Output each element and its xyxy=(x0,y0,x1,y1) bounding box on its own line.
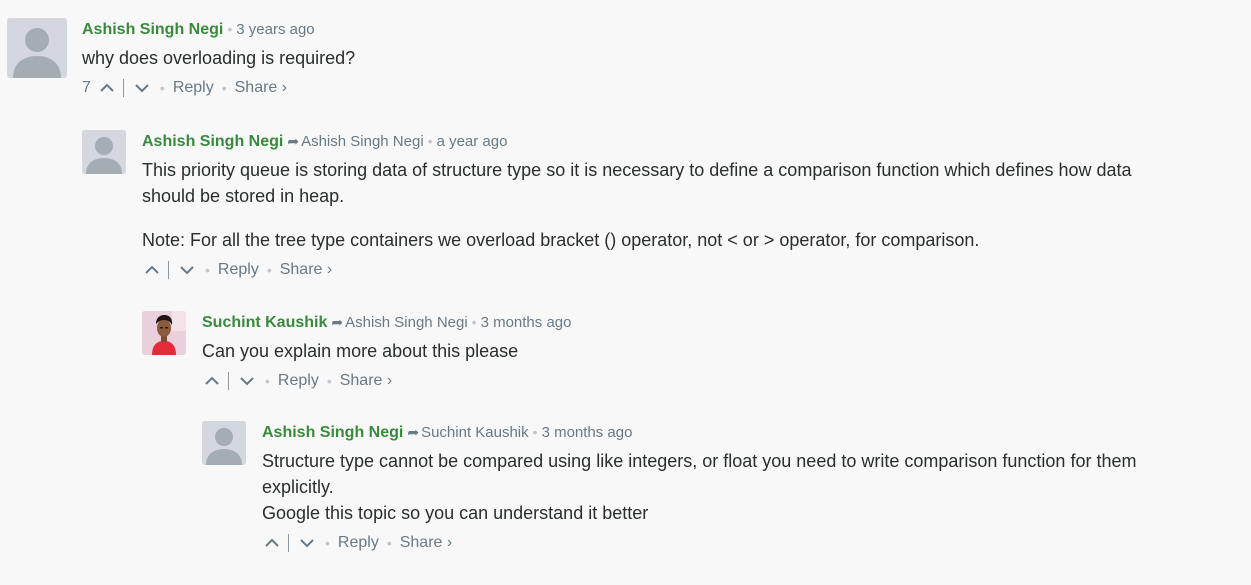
timestamp[interactable]: 3 months ago xyxy=(542,424,633,441)
timestamp[interactable]: a year ago xyxy=(437,133,508,150)
comment-footer: • Reply • Share › xyxy=(262,532,1142,554)
share-button[interactable]: Share › xyxy=(400,532,452,554)
reply-arrow-icon: ➦ xyxy=(287,133,300,149)
vote-divider xyxy=(288,534,289,552)
comment-footer: • Reply • Share › xyxy=(202,370,1132,392)
chevron-down-icon[interactable] xyxy=(132,80,152,96)
timestamp[interactable]: 3 years ago xyxy=(236,21,314,38)
comment-header: Ashish Singh Negi ➦ Suchint Kaushik • 3 mont… xyxy=(262,421,1142,444)
comment-text: This priority queue is storing data of s… xyxy=(142,157,1152,253)
chevron-down-icon[interactable] xyxy=(237,373,257,389)
author-name[interactable]: Ashish Singh Negi xyxy=(262,424,403,441)
separator-dot: • xyxy=(221,80,227,96)
comment-header: Suchint Kaushik ➦ Ashish Singh Negi • 3 mont… xyxy=(202,311,1132,334)
separator-dot: • xyxy=(427,133,433,149)
separator-dot: • xyxy=(265,373,270,389)
reply-button[interactable]: Reply xyxy=(173,77,214,99)
comment-paragraph: Note: For all the tree type containers w… xyxy=(142,230,980,250)
chevron-up-icon[interactable] xyxy=(202,373,222,389)
separator-dot: • xyxy=(471,314,477,330)
author-name[interactable]: Ashish Singh Negi xyxy=(142,133,283,150)
timestamp[interactable]: 3 months ago xyxy=(481,314,572,331)
comment-paragraph: Can you explain more about this please xyxy=(202,341,519,361)
vote-divider xyxy=(122,79,124,97)
separator-dot: • xyxy=(159,80,165,96)
reply-button[interactable]: Reply xyxy=(278,370,319,392)
chevron-down-icon[interactable] xyxy=(297,535,317,551)
comment-footer: • Reply • Share › xyxy=(142,259,1152,281)
avatar[interactable] xyxy=(202,421,246,465)
comment-paragraph: This priority queue is storing data of s… xyxy=(142,160,1132,206)
author-name[interactable]: Suchint Kaushik xyxy=(202,314,327,331)
user-silhouette-icon xyxy=(202,421,246,465)
comment-footer: 7 • Reply • Share › xyxy=(82,77,355,99)
separator-dot: • xyxy=(205,262,210,278)
share-button[interactable]: Share › xyxy=(340,370,392,392)
parent-author-link[interactable]: Ashish Singh Negi xyxy=(345,314,468,331)
user-photo-icon xyxy=(142,311,186,355)
reply-button[interactable]: Reply xyxy=(338,532,379,554)
comment-text: Structure type cannot be compared using … xyxy=(262,448,1142,526)
comment-header: Ashish Singh Negi ➦ Ashish Singh Negi • a ye… xyxy=(142,130,1152,153)
comment-paragraph: why does overloading is required? xyxy=(82,48,356,68)
chevron-down-icon[interactable] xyxy=(177,262,197,278)
vote-divider xyxy=(228,372,229,390)
avatar[interactable] xyxy=(142,311,186,355)
vote-divider xyxy=(168,261,169,279)
comment-header: Ashish Singh Negi • 3 years ago xyxy=(82,18,355,41)
comment-paragraph: Structure type cannot be compared using … xyxy=(262,451,1137,497)
separator-dot: • xyxy=(325,535,330,551)
comment-text: Can you explain more about this please xyxy=(202,338,1132,364)
chevron-up-icon[interactable] xyxy=(97,80,117,96)
separator-dot: • xyxy=(266,262,272,278)
parent-author-link[interactable]: Ashish Singh Negi xyxy=(301,133,424,150)
user-silhouette-icon xyxy=(82,130,126,174)
separator-dot: • xyxy=(386,535,392,551)
separator-dot: • xyxy=(326,373,332,389)
separator-dot: • xyxy=(227,21,233,37)
reply-button[interactable]: Reply xyxy=(218,259,259,281)
share-button[interactable]: Share › xyxy=(235,77,287,99)
reply-arrow-icon: ➦ xyxy=(331,314,344,330)
reply-arrow-icon: ➦ xyxy=(407,424,420,440)
avatar[interactable] xyxy=(82,130,126,174)
separator-dot: • xyxy=(532,424,538,440)
avatar[interactable] xyxy=(7,18,67,78)
user-silhouette-icon xyxy=(7,18,67,78)
share-button[interactable]: Share › xyxy=(280,259,332,281)
comment-text: why does overloading is required? xyxy=(82,45,355,71)
chevron-up-icon[interactable] xyxy=(262,535,282,551)
vote-count: 7 xyxy=(82,79,91,96)
comment-paragraph: Google this topic so you can understand … xyxy=(262,503,649,523)
chevron-up-icon[interactable] xyxy=(142,262,162,278)
author-name[interactable]: Ashish Singh Negi xyxy=(82,21,223,38)
parent-author-link[interactable]: Suchint Kaushik xyxy=(421,424,529,441)
